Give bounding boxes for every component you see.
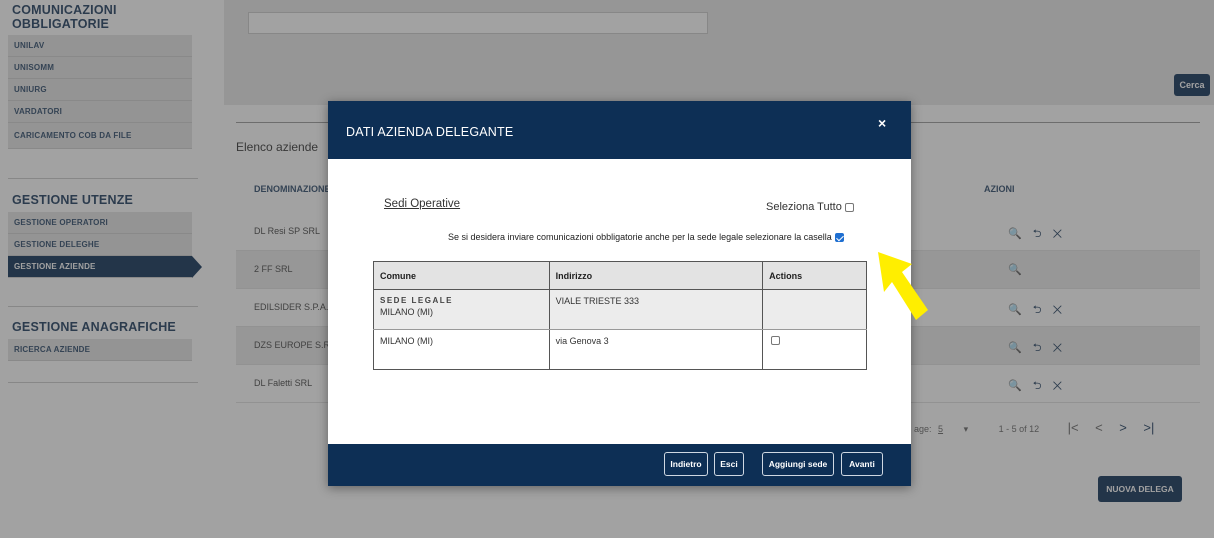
cell-comune: MILANO (MI) — [373, 329, 550, 370]
cell-actions — [762, 329, 867, 370]
sede-legale-checkbox[interactable] — [834, 232, 844, 242]
seleziona-tutto-checkbox[interactable] — [844, 202, 854, 212]
sedi-table: Comune Indirizzo Actions SEDE LEGALE MIL… — [373, 261, 867, 370]
row-select-checkbox[interactable] — [771, 336, 781, 345]
modal-header: DATI AZIENDA DELEGANTE × — [328, 101, 911, 159]
modal-title: DATI AZIENDA DELEGANTE — [346, 125, 514, 139]
seleziona-tutto-label: Seleziona Tutto — [766, 201, 842, 213]
sede-legale-message: Se si desidera inviare comunicazioni obb… — [448, 232, 832, 242]
seleziona-tutto[interactable]: Seleziona Tutto — [766, 201, 854, 213]
table-row: MILANO (MI) via Genova 3 — [373, 329, 867, 370]
cell-comune: SEDE LEGALE MILANO (MI) — [373, 289, 550, 330]
highlight-arrow-icon — [878, 252, 928, 320]
modal-footer: Indietro Esci Aggiungi sede Avanti — [328, 444, 911, 486]
table-header-row: Comune Indirizzo Actions — [373, 261, 867, 290]
sedi-operative-link[interactable]: Sedi Operative — [384, 198, 460, 210]
cell-actions — [762, 289, 867, 330]
sede-legale-option: Se si desidera inviare comunicazioni obb… — [448, 232, 844, 242]
indietro-button[interactable]: Indietro — [664, 452, 708, 476]
dati-azienda-modal: DATI AZIENDA DELEGANTE × Sedi Operative … — [328, 101, 911, 486]
aggiungi-sede-button[interactable]: Aggiungi sede — [762, 452, 834, 476]
avanti-button[interactable]: Avanti — [841, 452, 883, 476]
comune-value: MILANO (MI) — [380, 336, 433, 346]
esci-button[interactable]: Esci — [714, 452, 744, 476]
cell-indirizzo: via Genova 3 — [548, 329, 764, 370]
cell-indirizzo: VIALE TRIESTE 333 — [548, 289, 764, 330]
table-row: SEDE LEGALE MILANO (MI) VIALE TRIESTE 33… — [373, 289, 867, 330]
close-icon[interactable]: × — [878, 115, 886, 131]
sede-legale-tag: SEDE LEGALE — [380, 296, 453, 305]
column-header-comune: Comune — [373, 261, 550, 290]
column-header-indirizzo: Indirizzo — [548, 261, 764, 290]
column-header-actions: Actions — [762, 261, 867, 290]
comune-value: MILANO (MI) — [380, 307, 433, 317]
